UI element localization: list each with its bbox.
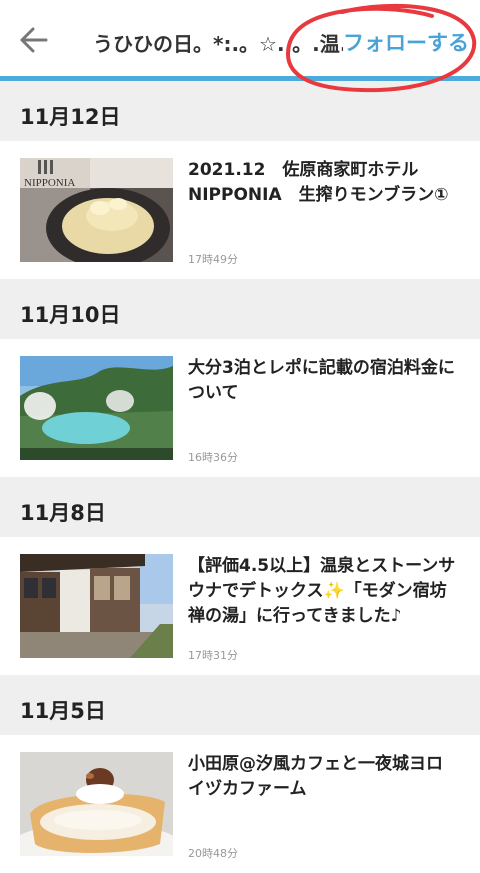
date-header: 11月8日 — [20, 501, 106, 525]
article-title: 小田原@汐風カフェと一夜城ヨロイヅカファーム — [188, 754, 443, 799]
article-time: 17時49分 — [188, 253, 238, 266]
article-card[interactable]: 【評価4.5以上】温泉とストーンサウナでデトックス✨「モダン宿坊 禅の湯」に行っ… — [0, 537, 480, 675]
article-card[interactable]: 小田原@汐風カフェと一夜城ヨロイヅカファーム 20時48分 — [0, 735, 480, 873]
app-header: うひひの日。*:.。☆..。.温... フォローする — [0, 0, 480, 81]
article-time: 16時36分 — [188, 451, 238, 464]
article-title: 2021.12 佐原商家町ホテルNIPPONIA 生搾りモンブラン① — [188, 160, 449, 205]
article-thumbnail — [20, 752, 173, 856]
nipponia-logo-text: NIPPONIA — [24, 177, 75, 189]
date-header: 11月12日 — [20, 105, 121, 129]
article-time: 20時48分 — [188, 847, 238, 860]
arrow-left-icon — [20, 27, 48, 53]
date-header: 11月10日 — [20, 303, 121, 327]
article-thumbnail — [20, 554, 173, 658]
article-card[interactable]: 大分3泊とレポに記載の宿泊料金について 16時36分 — [0, 339, 480, 477]
blog-title: うひひの日。*:.。☆..。.温... — [93, 32, 343, 56]
article-card[interactable]: NIPPONIA 2021.12 佐原商家町ホテルNIPPONIA 生搾りモンブ… — [0, 141, 480, 279]
article-feed: 11月12日 NIPPONIA 2021.12 佐原商家町ホテルNIPPONIA… — [0, 81, 480, 873]
article-title: 大分3泊とレポに記載の宿泊料金について — [188, 358, 455, 403]
date-header: 11月5日 — [20, 699, 106, 723]
article-thumbnail: NIPPONIA — [20, 158, 173, 262]
back-button[interactable] — [18, 24, 50, 56]
article-time: 17時31分 — [188, 649, 238, 662]
article-title: 【評価4.5以上】温泉とストーンサウナでデトックス✨「モダン宿坊 禅の湯」に行っ… — [188, 556, 456, 626]
article-thumbnail — [20, 356, 173, 460]
follow-button[interactable]: フォローする — [343, 27, 469, 57]
